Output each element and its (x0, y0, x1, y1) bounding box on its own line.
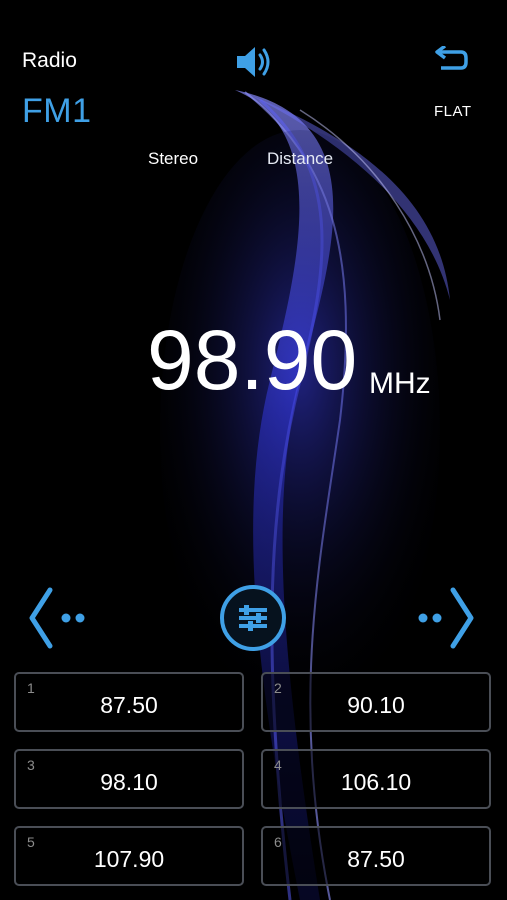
seek-forward-button[interactable] (411, 586, 475, 650)
preset-button-2[interactable]: 2 90.10 (261, 672, 491, 732)
equalizer-sliders-icon (220, 585, 286, 651)
distance-indicator[interactable]: Distance (267, 149, 333, 169)
frequency-display: 98.90 (147, 313, 358, 407)
preset-frequency: 90.10 (347, 692, 405, 718)
preset-button-5[interactable]: 5 107.90 (14, 826, 244, 886)
stereo-indicator: Stereo (148, 149, 199, 168)
volume-button[interactable] (230, 40, 278, 84)
preset-frequency: 87.50 (100, 692, 158, 718)
eq-preset-label[interactable]: FLAT (434, 103, 472, 120)
preset-frequency: 107.90 (93, 846, 165, 872)
band-label[interactable]: FM1 (22, 92, 92, 131)
preset-frequency: 87.50 (347, 846, 405, 872)
preset-grid: 1 87.50 2 90.10 3 98.10 4 106.10 5 107.9… (14, 672, 494, 890)
seek-back-button[interactable] (28, 586, 92, 650)
seek-forward-icon (418, 587, 474, 649)
back-arrow-icon (435, 46, 468, 70)
preset-button-3[interactable]: 3 98.10 (14, 749, 244, 809)
back-button[interactable] (426, 40, 476, 80)
seek-back-icon (29, 587, 85, 649)
preset-button-1[interactable]: 1 87.50 (14, 672, 244, 732)
preset-frequency: 98.10 (100, 769, 158, 795)
preset-frequency: 106.10 (340, 769, 412, 795)
frequency-unit: MHz (369, 367, 431, 400)
preset-button-6[interactable]: 6 87.50 (261, 826, 491, 886)
preset-button-4[interactable]: 4 106.10 (261, 749, 491, 809)
tune-settings-button[interactable] (219, 584, 287, 652)
speaker-icon (237, 47, 270, 77)
app-title: Radio (22, 49, 77, 72)
